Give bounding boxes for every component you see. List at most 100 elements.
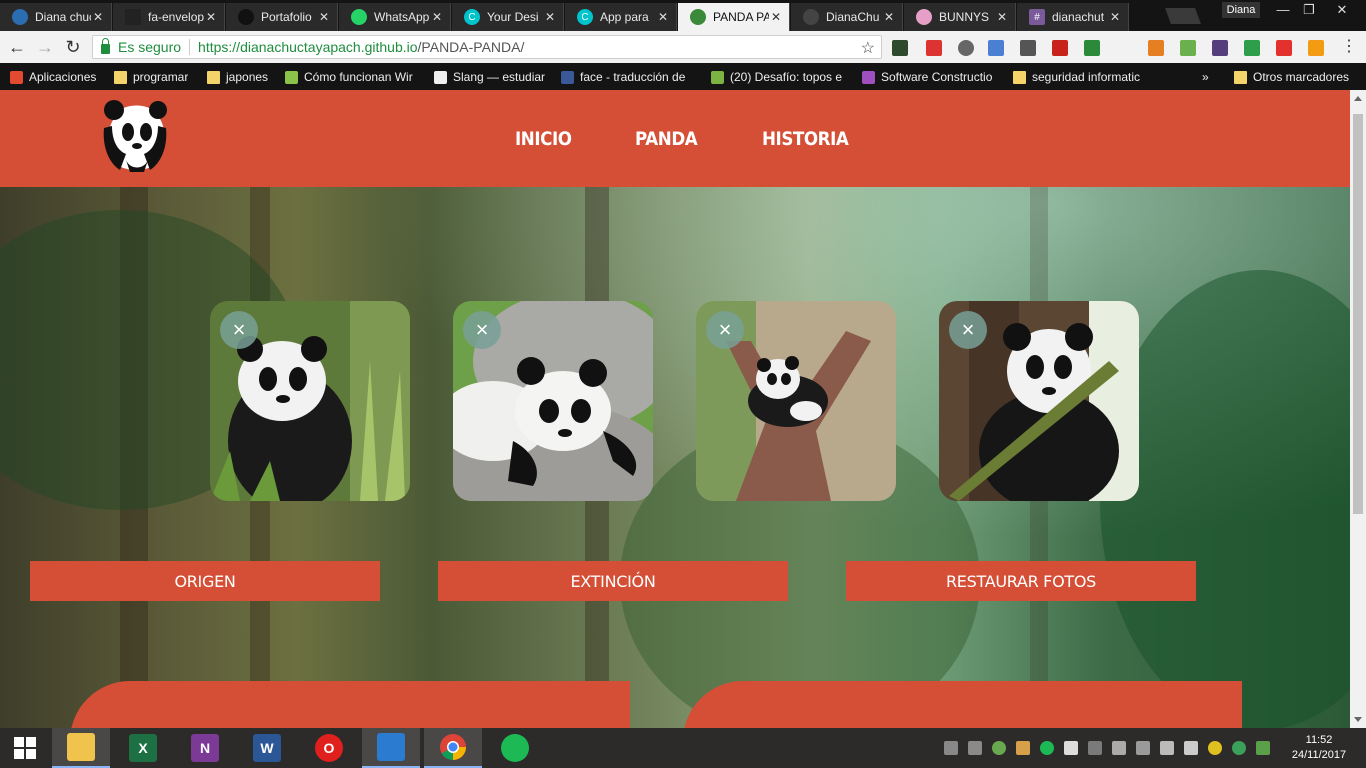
origen-button[interactable]: ORIGEN bbox=[30, 561, 380, 601]
bootstrap-icon[interactable] bbox=[1212, 40, 1228, 56]
bookmark-item[interactable]: Slang — estudiar bbox=[434, 69, 545, 85]
browser-tab-active[interactable]: PANDA PA ✕ bbox=[678, 3, 790, 31]
bookmark-item[interactable]: face - traducción de bbox=[561, 69, 699, 85]
tab-close-icon[interactable]: ✕ bbox=[317, 10, 331, 24]
taskbar-app-spotify[interactable] bbox=[486, 728, 544, 768]
taskbar-clock[interactable]: 11:52 24/11/2017 bbox=[1284, 733, 1354, 763]
extension-icon[interactable] bbox=[892, 40, 908, 56]
tray-flag-icon[interactable] bbox=[1064, 741, 1078, 755]
bookmark-star-icon[interactable]: ☆ bbox=[861, 38, 875, 58]
network-icon[interactable] bbox=[1160, 741, 1174, 755]
bookmark-favicon-icon bbox=[285, 70, 298, 84]
window-close-icon[interactable]: ✕ bbox=[1322, 0, 1362, 20]
scroll-up-icon[interactable] bbox=[1354, 96, 1362, 101]
photo-close-button[interactable]: × bbox=[949, 311, 987, 349]
nav-inicio[interactable]: INICIO bbox=[515, 128, 572, 150]
translate-icon[interactable] bbox=[988, 40, 1004, 56]
photo-close-button[interactable]: × bbox=[220, 311, 258, 349]
bookmark-item[interactable]: (20) Desafío: topos e bbox=[711, 69, 851, 85]
forward-arrow-icon[interactable]: → bbox=[34, 36, 56, 58]
extension-icon[interactable] bbox=[1308, 40, 1324, 56]
tab-close-icon[interactable]: ✕ bbox=[1108, 10, 1122, 24]
start-button[interactable] bbox=[0, 728, 50, 768]
battery-icon[interactable] bbox=[1256, 741, 1270, 755]
scrollbar-thumb[interactable] bbox=[1353, 114, 1363, 514]
tray-icon[interactable] bbox=[1208, 741, 1222, 755]
onenote-icon: N bbox=[191, 734, 219, 762]
pdf-icon[interactable] bbox=[1052, 40, 1068, 56]
tray-icon[interactable] bbox=[968, 741, 982, 755]
extension-icon[interactable] bbox=[1148, 40, 1164, 56]
other-bookmarks[interactable]: Otros marcadores bbox=[1234, 69, 1349, 85]
maximize-icon[interactable]: ❐ bbox=[1296, 0, 1322, 20]
tab-close-icon[interactable]: ✕ bbox=[995, 10, 1009, 24]
restaurar-fotos-button[interactable]: RESTAURAR FOTOS bbox=[846, 561, 1196, 601]
tab-close-icon[interactable]: ✕ bbox=[91, 10, 105, 24]
browser-tab[interactable]: Diana chuc ✕ bbox=[0, 3, 112, 31]
tray-icon[interactable] bbox=[1112, 741, 1126, 755]
extension-icon[interactable] bbox=[1276, 40, 1292, 56]
tray-icon[interactable] bbox=[944, 741, 958, 755]
scroll-down-icon[interactable] bbox=[1354, 717, 1362, 722]
camera-icon[interactable] bbox=[1020, 40, 1036, 56]
nav-panda[interactable]: PANDA bbox=[635, 128, 698, 150]
back-arrow-icon[interactable]: ← bbox=[6, 36, 28, 58]
browser-tab[interactable]: WhatsApp ✕ bbox=[339, 3, 451, 31]
page-scrollbar[interactable] bbox=[1350, 90, 1366, 728]
taskbar-app-onenote[interactable]: N bbox=[176, 728, 234, 768]
extension-icon[interactable] bbox=[926, 40, 942, 56]
browser-tab[interactable]: Portafolio ✕ bbox=[226, 3, 338, 31]
tab-close-icon[interactable]: ✕ bbox=[204, 10, 218, 24]
panda-photo-3[interactable]: × bbox=[696, 301, 896, 501]
taskbar-app-opera[interactable]: O bbox=[300, 728, 358, 768]
tab-close-icon[interactable]: ✕ bbox=[430, 10, 444, 24]
extension-icon[interactable] bbox=[958, 40, 974, 56]
menu-dots-icon[interactable]: ⋮ bbox=[1338, 36, 1360, 58]
browser-tab[interactable]: # dianachut ✕ bbox=[1017, 3, 1129, 31]
tray-icon[interactable] bbox=[1088, 741, 1102, 755]
tray-icon[interactable] bbox=[1232, 741, 1246, 755]
tab-close-icon[interactable]: ✕ bbox=[769, 10, 783, 24]
bookmark-folder[interactable]: japones bbox=[207, 69, 268, 85]
taskbar-app-vscode[interactable] bbox=[362, 728, 420, 768]
tray-icon[interactable] bbox=[1136, 741, 1150, 755]
tab-close-icon[interactable]: ✕ bbox=[882, 10, 896, 24]
minimize-icon[interactable]: — bbox=[1270, 0, 1296, 20]
taskbar-app-explorer[interactable] bbox=[52, 728, 110, 768]
new-tab-button[interactable] bbox=[1165, 8, 1201, 24]
panda-logo-icon[interactable] bbox=[102, 98, 168, 172]
nav-historia[interactable]: HISTORIA bbox=[762, 128, 849, 150]
panda-photo-2[interactable]: × bbox=[453, 301, 653, 501]
photo-close-button[interactable]: × bbox=[706, 311, 744, 349]
photo-close-button[interactable]: × bbox=[463, 311, 501, 349]
bookmark-item[interactable]: Cómo funcionan Wir bbox=[285, 69, 423, 85]
extincion-button[interactable]: EXTINCIÓN bbox=[438, 561, 788, 601]
taskbar-app-excel[interactable]: X bbox=[114, 728, 172, 768]
browser-tab[interactable]: DianaChu ✕ bbox=[791, 3, 903, 31]
browser-tab[interactable]: C App para ✕ bbox=[565, 3, 677, 31]
address-bar[interactable]: Es seguro https://dianachuctayapach.gith… bbox=[92, 35, 882, 59]
extension-icon[interactable] bbox=[1180, 40, 1196, 56]
tray-icon[interactable] bbox=[1016, 741, 1030, 755]
extension-icon[interactable] bbox=[1084, 40, 1100, 56]
browser-tab[interactable]: fa-envelop ✕ bbox=[113, 3, 225, 31]
extension-icon[interactable] bbox=[1244, 40, 1260, 56]
profile-button[interactable]: Diana bbox=[1222, 2, 1260, 18]
browser-tab[interactable]: BUNNYS ✕ bbox=[904, 3, 1016, 31]
panda-photo-4[interactable]: × bbox=[939, 301, 1139, 501]
tray-icon[interactable] bbox=[992, 741, 1006, 755]
bookmark-folder[interactable]: programar bbox=[114, 69, 188, 85]
reload-icon[interactable]: ↻ bbox=[62, 36, 84, 58]
tab-close-icon[interactable]: ✕ bbox=[656, 10, 670, 24]
bookmark-folder[interactable]: seguridad informatic bbox=[1013, 69, 1151, 85]
tab-close-icon[interactable]: ✕ bbox=[543, 10, 557, 24]
taskbar-app-word[interactable]: W bbox=[238, 728, 296, 768]
volume-icon[interactable] bbox=[1184, 741, 1198, 755]
taskbar-app-chrome[interactable] bbox=[424, 728, 482, 768]
panda-photo-1[interactable]: × bbox=[210, 301, 410, 501]
bookmark-item[interactable]: Software Constructio bbox=[862, 69, 1002, 85]
tray-spotify-icon[interactable] bbox=[1040, 741, 1054, 755]
browser-tab[interactable]: C Your Desi ✕ bbox=[452, 3, 564, 31]
bookmark-apps[interactable]: Aplicaciones bbox=[10, 69, 96, 85]
more-bookmarks-button[interactable]: » bbox=[1202, 69, 1209, 85]
